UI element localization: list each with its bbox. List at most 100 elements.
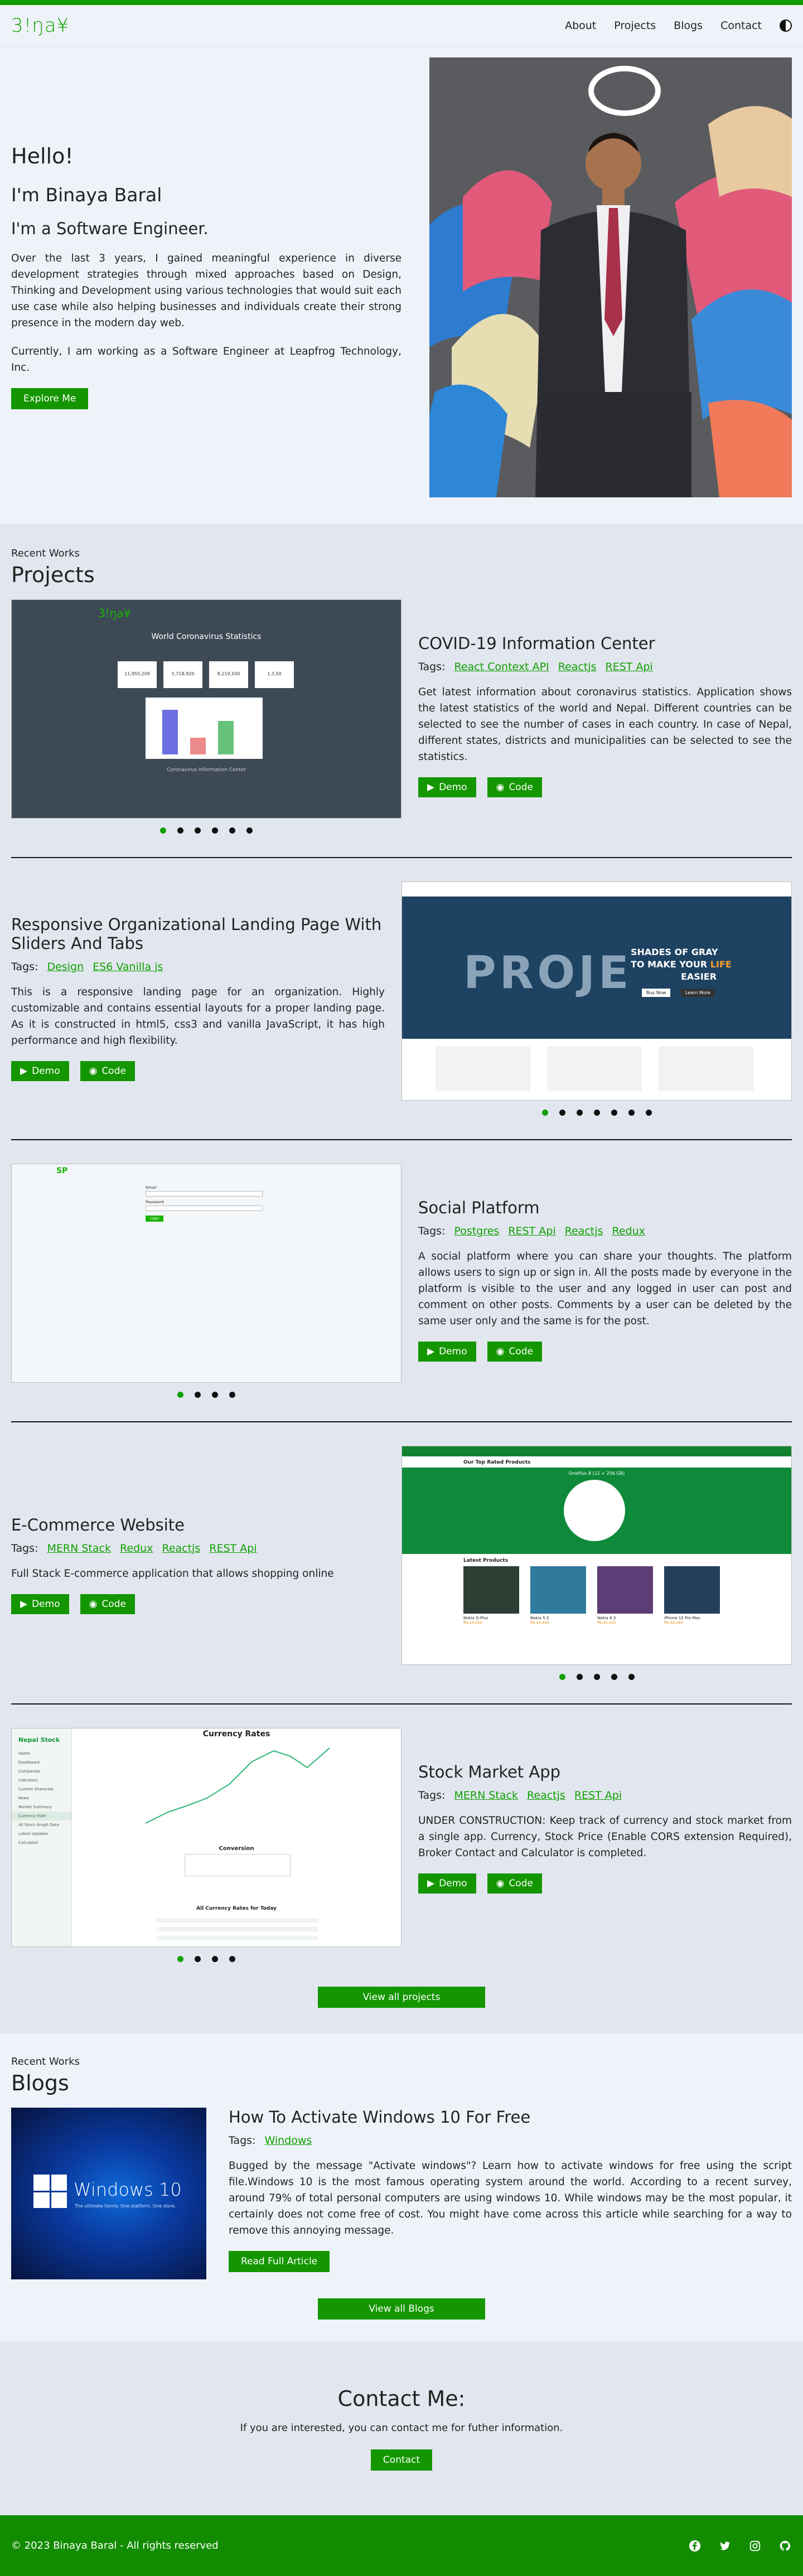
nav-blogs[interactable]: Blogs (674, 20, 703, 32)
project-covid: 3!ŋa¥ World Coronavirus Statistics 11,95… (11, 599, 792, 834)
code-button[interactable]: ◉ Code (80, 1061, 135, 1081)
carousel-dot[interactable] (628, 1110, 635, 1116)
carousel-dot[interactable] (593, 1110, 600, 1116)
copyright: © 2023 Binaya Baral - All rights reserve… (11, 2540, 219, 2551)
blog-title[interactable]: How To Activate Windows 10 For Free (229, 2108, 792, 2127)
view-all-blogs-button[interactable]: View all Blogs (318, 2298, 485, 2320)
project-carousel[interactable]: 3!ŋa¥ World Coronavirus Statistics 11,95… (11, 599, 402, 834)
blog-tags: Tags: Windows (229, 2134, 792, 2147)
screenshot-menu-item: Home (18, 1751, 30, 1756)
theme-toggle-icon[interactable] (780, 19, 792, 32)
carousel-dot[interactable] (593, 1674, 600, 1680)
carousel-dot[interactable] (212, 827, 218, 834)
banner-button: Buy Now (642, 989, 671, 997)
tag-link[interactable]: Reactjs (558, 661, 597, 673)
screenshot-menu-item: Dashboard (18, 1760, 40, 1765)
carousel-dot[interactable] (160, 827, 166, 834)
carousel-dot[interactable] (177, 1956, 183, 1962)
view-all-projects-button[interactable]: View all projects (318, 1987, 485, 2008)
tag-link[interactable]: REST Api (606, 661, 653, 673)
carousel-dot[interactable] (541, 1110, 548, 1116)
demo-button[interactable]: ▶ Demo (11, 1061, 69, 1081)
tag-link[interactable]: REST Api (209, 1542, 257, 1555)
contact-button[interactable]: Contact (370, 2449, 433, 2471)
carousel-dot[interactable] (212, 1956, 218, 1962)
project-carousel[interactable]: PROJE SHADES OF GRAY TO MAKE YOUR LIFE E… (402, 882, 792, 1116)
carousel-dot[interactable] (177, 1392, 183, 1398)
code-button[interactable]: ◉ Code (80, 1594, 135, 1614)
github-icon[interactable] (778, 2539, 792, 2553)
project-carousel[interactable]: Nepal Stock Home Dashboard Companies Indica… (11, 1728, 402, 1962)
tag-link[interactable]: Reactjs (565, 1225, 603, 1237)
tag-link[interactable]: Design (47, 961, 84, 973)
tag-link[interactable]: Postgres (454, 1225, 500, 1237)
screenshot-title: Currency Rates (202, 1730, 270, 1739)
carousel-dot[interactable] (559, 1674, 565, 1680)
project-carousel[interactable]: SP Email Password Login (11, 1164, 402, 1398)
code-button[interactable]: ◉ Code (487, 1873, 542, 1894)
demo-button[interactable]: ▶ Demo (11, 1594, 69, 1614)
carousel-dot[interactable] (229, 1392, 235, 1398)
carousel-dot[interactable] (177, 827, 183, 834)
carousel-dot[interactable] (229, 1956, 235, 1962)
carousel-dot[interactable] (212, 1392, 218, 1398)
tag-link[interactable]: Redux (120, 1542, 153, 1555)
explore-me-button[interactable]: Explore Me (11, 388, 89, 409)
screenshot-menu-item: Current Sharerate (18, 1787, 54, 1791)
product-price: Rs.xx,xxx (530, 1620, 549, 1625)
facebook-icon[interactable] (688, 2539, 702, 2553)
carousel-dot[interactable] (611, 1674, 617, 1680)
tags-label: Tags: (418, 1789, 446, 1802)
hero-name: I'm Binaya Baral (11, 184, 162, 206)
project-title: Responsive Organizational Landing Page W… (11, 915, 382, 953)
instagram-icon[interactable] (748, 2539, 762, 2553)
carousel-dot[interactable] (628, 1674, 635, 1680)
site-logo[interactable]: 3!ŋa¥ (11, 14, 69, 37)
screenshot-label: Password (146, 1200, 164, 1204)
demo-button[interactable]: ▶ Demo (418, 777, 476, 797)
tag-link[interactable]: React Context API (454, 661, 549, 673)
code-button[interactable]: ◉ Code (487, 1342, 542, 1362)
twitter-icon[interactable] (718, 2539, 732, 2553)
nav-contact[interactable]: Contact (720, 20, 762, 32)
carousel-dot[interactable] (195, 827, 201, 834)
carousel-dot[interactable] (195, 1956, 201, 1962)
code-button[interactable]: ◉ Code (487, 777, 542, 797)
carousel-dot[interactable] (576, 1110, 583, 1116)
carousel-dot[interactable] (559, 1110, 565, 1116)
screenshot-line-chart (146, 1747, 330, 1824)
demo-button[interactable]: ▶ Demo (418, 1873, 476, 1894)
tag-link[interactable]: REST Api (574, 1789, 622, 1802)
project-info: Responsive Organizational Landing Page W… (11, 882, 385, 1081)
project-description: A social platform where you can share yo… (418, 1251, 792, 1327)
carousel-dot[interactable] (611, 1110, 617, 1116)
tags-label: Tags: (229, 2134, 256, 2147)
tag-link[interactable]: Reactjs (162, 1542, 200, 1555)
tag-link[interactable]: MERN Stack (454, 1789, 518, 1802)
banner-button: Learn More (681, 989, 715, 997)
carousel-dots (11, 827, 402, 834)
tag-link[interactable]: Windows (265, 2134, 312, 2147)
nav-about[interactable]: About (565, 20, 596, 32)
carousel-dot[interactable] (246, 827, 253, 834)
blog-image-text: Windows 10 (74, 2179, 182, 2200)
carousel-dot[interactable] (229, 827, 235, 834)
screenshot-bar-chart (146, 698, 263, 759)
project-carousel[interactable]: Our Top Rated Products OnePlus 8 (12 + 2… (402, 1446, 792, 1680)
carousel-dot[interactable] (195, 1392, 201, 1398)
nav-projects[interactable]: Projects (614, 20, 656, 32)
tag-link[interactable]: Redux (612, 1225, 645, 1237)
carousel-dot[interactable] (645, 1110, 652, 1116)
tag-link[interactable]: ES6 Vanilla js (93, 961, 163, 973)
tag-link[interactable]: REST Api (508, 1225, 555, 1237)
hero-text: Hello! I'm Binaya Baral I'm a Software E… (11, 57, 402, 497)
carousel-dot[interactable] (576, 1674, 583, 1680)
project-screenshot: Our Top Rated Products OnePlus 8 (12 + 2… (402, 1446, 792, 1665)
blog-thumbnail[interactable]: Windows 10 The ultimate family. One plat… (11, 2108, 206, 2279)
read-full-article-button[interactable]: Read Full Article (229, 2251, 330, 2272)
blog-excerpt: Bugged by the message "Activate windows"… (229, 2160, 792, 2236)
demo-button[interactable]: ▶ Demo (418, 1342, 476, 1362)
code-label: Code (101, 1066, 126, 1077)
tag-link[interactable]: Reactjs (527, 1789, 565, 1802)
tag-link[interactable]: MERN Stack (47, 1542, 111, 1555)
